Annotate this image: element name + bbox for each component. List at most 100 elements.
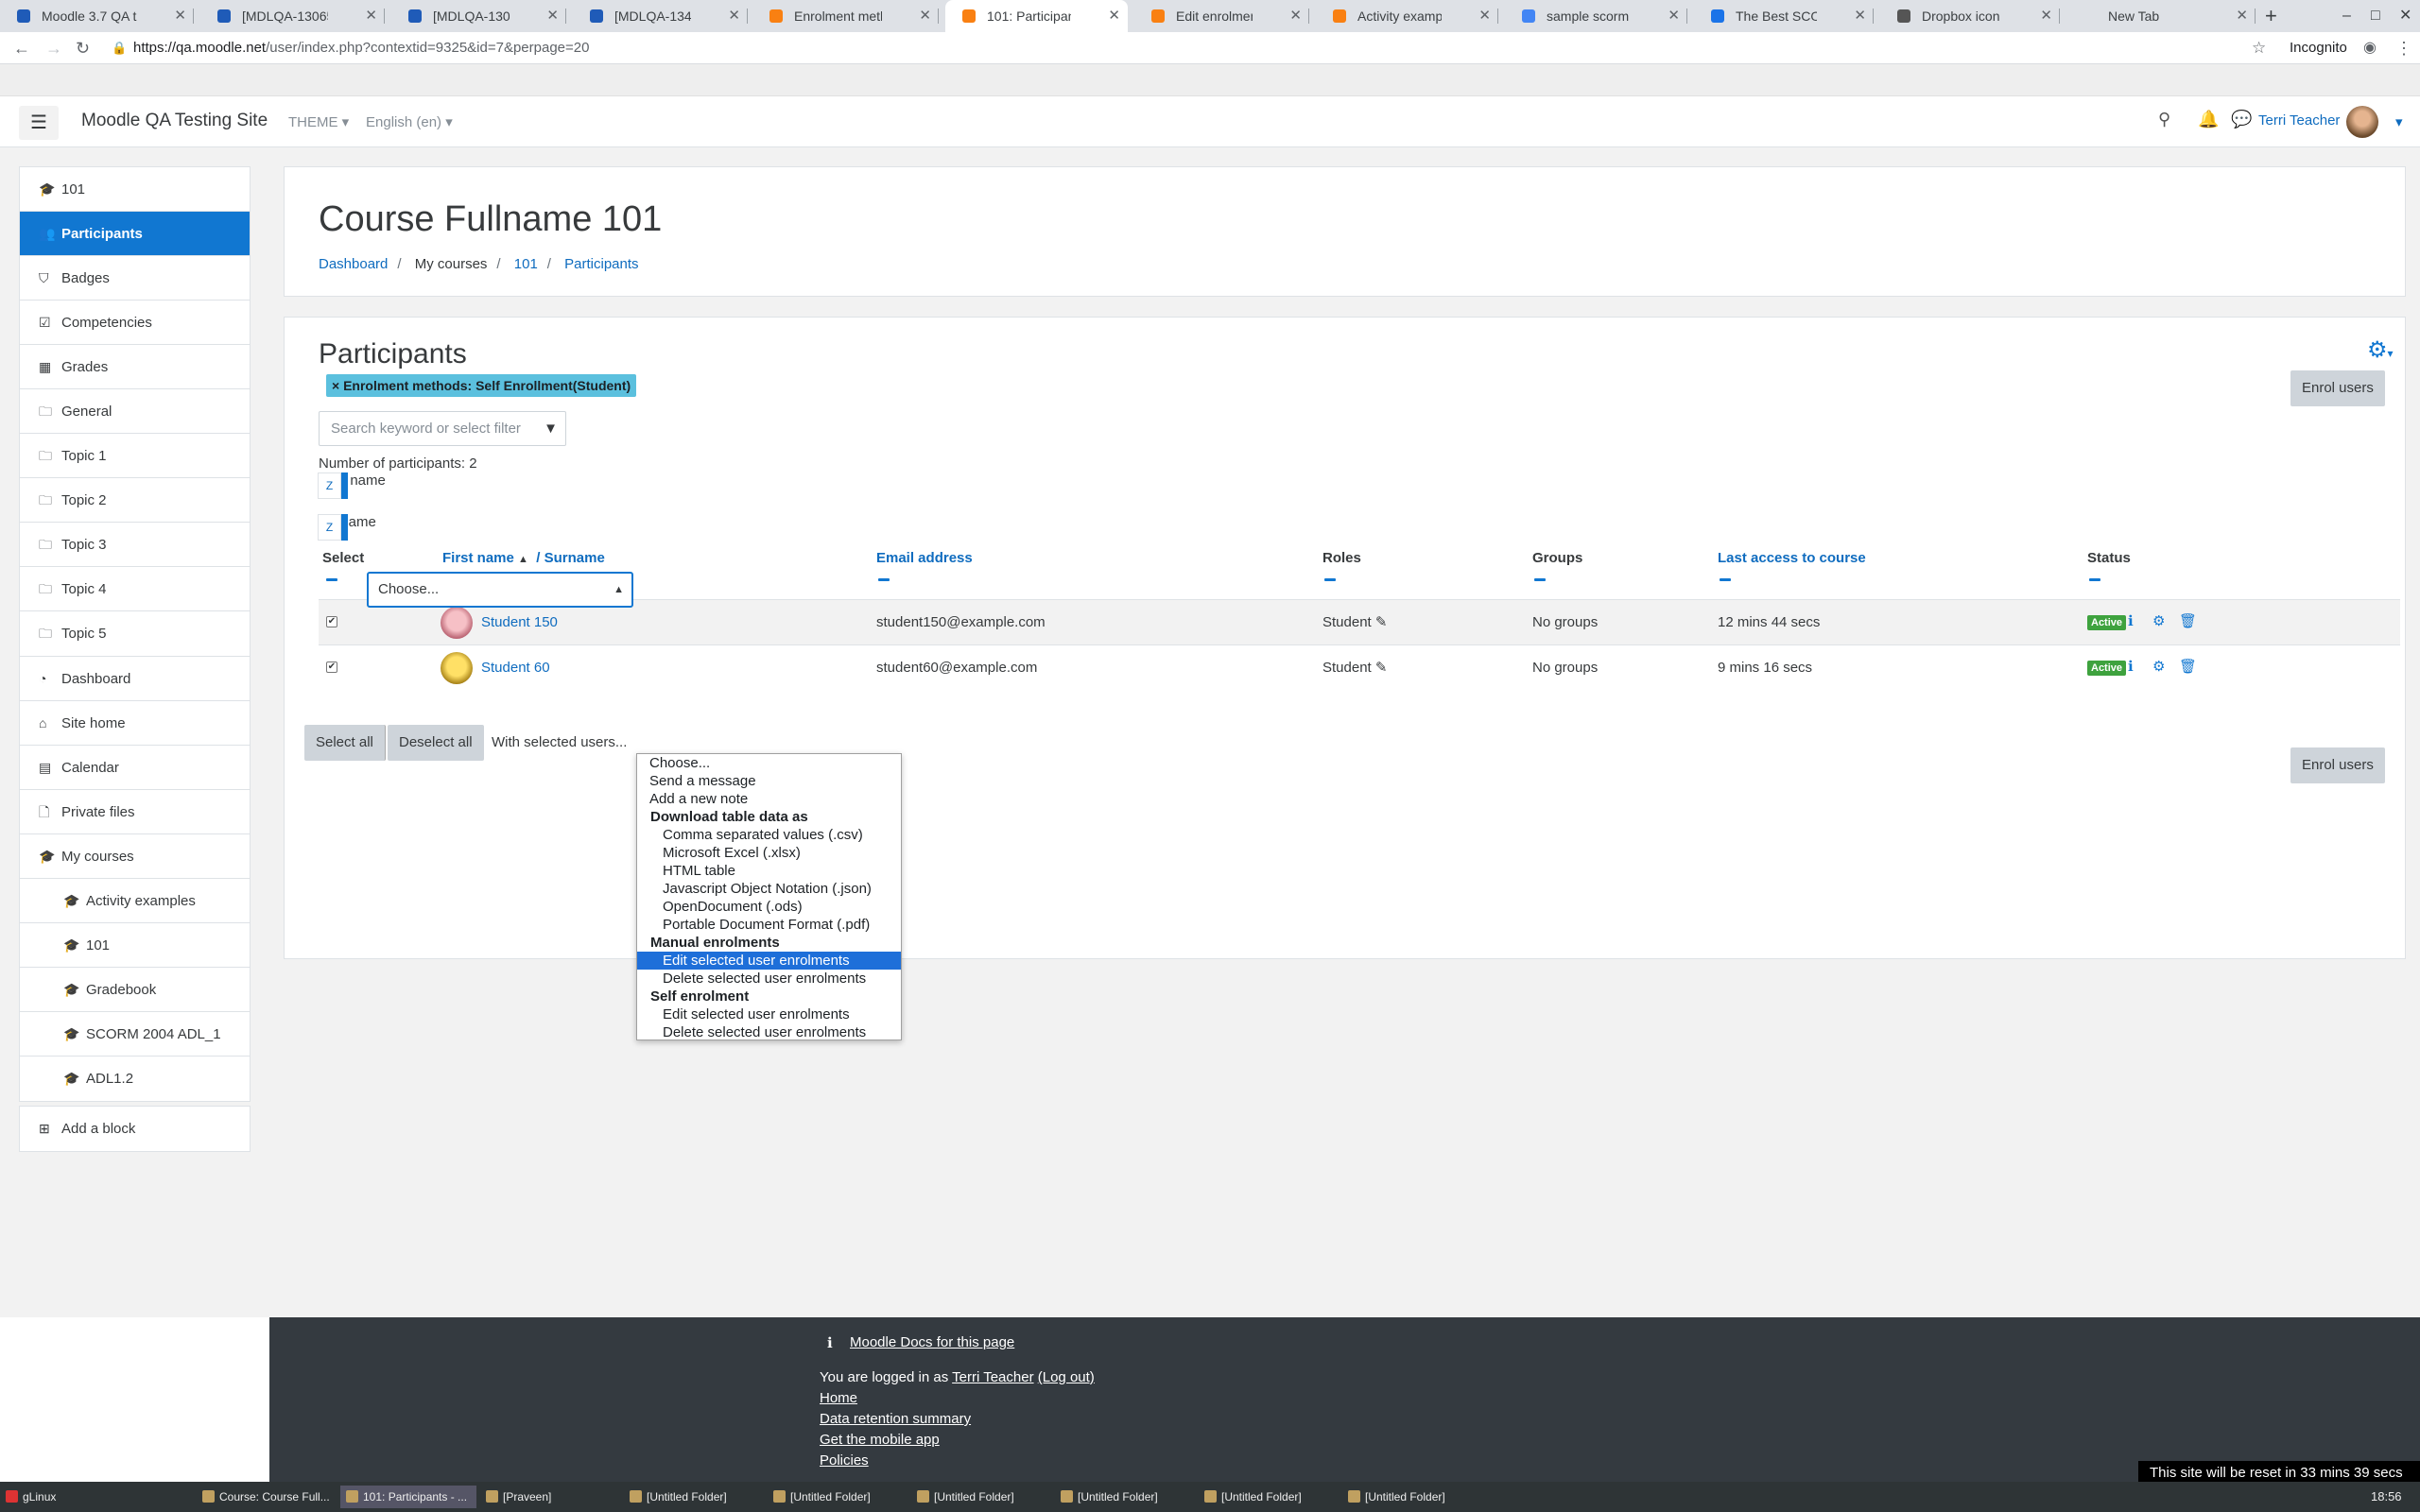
taskbar-window-button[interactable]: [Untitled Folder] bbox=[768, 1486, 904, 1508]
bulk-option[interactable]: Edit selected user enrolments bbox=[637, 1005, 901, 1023]
start-menu-button[interactable]: gLinux bbox=[0, 1486, 72, 1508]
drawer-item-calendar[interactable]: ▤ Calendar bbox=[20, 746, 250, 790]
pencil-icon[interactable]: ✎ bbox=[1372, 614, 1388, 630]
browser-menu-icon[interactable]: ⋮ bbox=[2395, 32, 2412, 64]
taskbar-window-button[interactable]: Course: Course Full... bbox=[197, 1486, 333, 1508]
user-menu-name[interactable]: Terri Teacher bbox=[2258, 112, 2340, 129]
tab-close-icon[interactable]: ✕ bbox=[728, 0, 740, 32]
bulk-option[interactable]: Javascript Object Notation (.json) bbox=[637, 880, 901, 898]
notifications-bell-icon[interactable]: 🔔 bbox=[2198, 110, 2219, 129]
drawer-item-topic-5[interactable]: 🗀 Topic 5 bbox=[20, 611, 250, 656]
tab-close-icon[interactable]: ✕ bbox=[174, 0, 186, 32]
enrolment-info-icon[interactable]: ℹ bbox=[2128, 612, 2134, 629]
browser-tab[interactable]: Activity examples: Te ✕ bbox=[1316, 0, 1498, 32]
user-menu-caret-icon[interactable]: ▾ bbox=[2395, 113, 2403, 130]
minimize-icon[interactable]: – bbox=[2342, 0, 2351, 32]
browser-tab[interactable]: Edit enrolment ✕ bbox=[1134, 0, 1309, 32]
moodle-docs-link[interactable]: Moodle Docs for this page bbox=[850, 1334, 1014, 1350]
tab-close-icon[interactable]: ✕ bbox=[1289, 0, 1302, 32]
lock-icon[interactable]: 🔒 bbox=[112, 32, 127, 64]
firstname-filter-letter[interactable]: Z bbox=[318, 472, 341, 499]
tab-close-icon[interactable]: ✕ bbox=[2236, 0, 2248, 32]
taskbar-window-button[interactable]: [Untitled Folder] bbox=[911, 1486, 1047, 1508]
drawer-item-my-courses[interactable]: 🎓 My courses bbox=[20, 834, 250, 879]
drawer-item-topic-1[interactable]: 🗀 Topic 1 bbox=[20, 434, 250, 478]
select-all-button[interactable]: Select all bbox=[304, 725, 386, 761]
col-status-collapse-icon[interactable] bbox=[2089, 578, 2100, 581]
bulk-action-select[interactable]: Choose... ▲ bbox=[367, 572, 633, 608]
add-block-link[interactable]: ⊞ Add a block bbox=[20, 1107, 250, 1151]
incognito-icon[interactable]: ◉ bbox=[2363, 32, 2377, 64]
participant-avatar[interactable] bbox=[441, 652, 473, 684]
browser-tab[interactable]: [MDLQA-13074] CLON ✕ bbox=[391, 0, 566, 32]
browser-tab[interactable]: [MDLQA-13466] CLON ✕ bbox=[573, 0, 748, 32]
drawer-item-participants[interactable]: 👥 Participants bbox=[20, 212, 250, 256]
drawer-item-gradebook[interactable]: 🎓 Gradebook bbox=[20, 968, 250, 1012]
surname-filter-letter[interactable]: Z bbox=[318, 514, 341, 541]
browser-tab[interactable]: Enrolment methods ✕ bbox=[752, 0, 939, 32]
enrol-users-button[interactable]: Enrol users bbox=[2290, 370, 2385, 406]
gear-icon[interactable]: ⚙▾ bbox=[2367, 336, 2394, 364]
taskbar-window-button[interactable]: [Praveen] bbox=[480, 1486, 616, 1508]
participant-name-link[interactable]: Student 60 bbox=[481, 660, 550, 676]
bookmark-star-icon[interactable]: ☆ bbox=[2252, 32, 2266, 64]
col-roles-collapse-icon[interactable] bbox=[1324, 578, 1336, 581]
participant-avatar[interactable] bbox=[441, 607, 473, 639]
col-firstname[interactable]: First name ▲ / Surname bbox=[442, 550, 605, 566]
tab-close-icon[interactable]: ✕ bbox=[2040, 0, 2052, 32]
col-email[interactable]: Email address bbox=[876, 550, 973, 566]
sort-lastaccess-link[interactable]: Last access to course bbox=[1718, 550, 1866, 566]
logout-link[interactable]: (Log out) bbox=[1038, 1369, 1095, 1385]
taskbar-window-button[interactable]: [Untitled Folder] bbox=[624, 1486, 760, 1508]
drawer-item-private-files[interactable]: 🗋 Private files bbox=[20, 790, 250, 834]
enrolment-info-icon[interactable]: ℹ bbox=[2128, 658, 2134, 675]
bulk-option[interactable]: Add a new note bbox=[637, 790, 901, 808]
edit-enrolment-gear-icon[interactable]: ⚙ bbox=[2152, 612, 2165, 629]
bulk-option[interactable]: HTML table bbox=[637, 862, 901, 880]
row-select-checkbox[interactable]: ✔ bbox=[326, 662, 337, 673]
chevron-down-icon[interactable]: ▼ bbox=[544, 412, 558, 445]
sort-firstname-link[interactable]: First name bbox=[442, 550, 514, 566]
tab-close-icon[interactable]: ✕ bbox=[919, 0, 931, 32]
close-window-icon[interactable]: ✕ bbox=[2399, 0, 2411, 32]
drawer-item-activity-examples[interactable]: 🎓 Activity examples bbox=[20, 879, 250, 923]
breadcrumb-participants[interactable]: Participants bbox=[564, 256, 638, 272]
theme-menu[interactable]: THEME ▾ bbox=[288, 113, 349, 130]
bulk-option[interactable]: Microsoft Excel (.xlsx) bbox=[637, 844, 901, 862]
drawer-item-site-home[interactable]: ⌂ Site home bbox=[20, 701, 250, 746]
delete-enrolment-icon[interactable]: 🗑 bbox=[2179, 612, 2197, 629]
sort-surname-link[interactable]: / Surname bbox=[536, 550, 605, 566]
drawer-item-101[interactable]: 🎓 101 bbox=[20, 167, 250, 212]
taskbar-window-button[interactable]: [Untitled Folder] bbox=[1055, 1486, 1191, 1508]
drawer-item-dashboard[interactable]: ◔ Dashboard bbox=[20, 657, 250, 701]
col-groups-collapse-icon[interactable] bbox=[1534, 578, 1546, 581]
drawer-item-101[interactable]: 🎓 101 bbox=[20, 923, 250, 968]
drawer-item-competencies[interactable]: ☑ Competencies bbox=[20, 301, 250, 345]
tab-close-icon[interactable]: ✕ bbox=[1854, 0, 1866, 32]
browser-tab[interactable]: Dropbox icon ✕ bbox=[1880, 0, 2060, 32]
filter-tag[interactable]: × Enrolment methods: Self Enrollment(Stu… bbox=[326, 374, 637, 397]
bulk-option[interactable]: Edit selected user enrolments bbox=[637, 952, 901, 970]
bulk-option[interactable]: Portable Document Format (.pdf) bbox=[637, 916, 901, 934]
col-email-collapse-icon[interactable] bbox=[878, 578, 890, 581]
col-lastaccess[interactable]: Last access to course bbox=[1718, 550, 1866, 566]
drawer-item-general[interactable]: 🗀 General bbox=[20, 389, 250, 434]
maximize-icon[interactable]: □ bbox=[2371, 0, 2380, 32]
breadcrumb-course[interactable]: 101 bbox=[514, 256, 538, 272]
messages-icon[interactable]: 💬 bbox=[2231, 110, 2252, 129]
new-tab-button[interactable]: + bbox=[2265, 0, 2277, 32]
url-field[interactable]: https://qa.moodle.net/user/index.php?con… bbox=[133, 38, 589, 59]
sort-email-link[interactable]: Email address bbox=[876, 550, 973, 566]
taskbar-window-button[interactable]: 101: Participants - ... bbox=[340, 1486, 476, 1508]
row-select-checkbox[interactable]: ✔ bbox=[326, 616, 337, 627]
deselect-all-button[interactable]: Deselect all bbox=[388, 725, 484, 761]
drawer-item-grades[interactable]: ▦ Grades bbox=[20, 345, 250, 389]
delete-enrolment-icon[interactable]: 🗑 bbox=[2179, 658, 2197, 675]
browser-tab[interactable]: sample scorm packag ✕ bbox=[1505, 0, 1687, 32]
browser-tab[interactable]: New Tab ✕ bbox=[2066, 0, 2256, 32]
enrol-users-button-bottom[interactable]: Enrol users bbox=[2290, 747, 2385, 783]
bulk-option[interactable]: Send a message bbox=[637, 772, 901, 790]
tab-close-icon[interactable]: ✕ bbox=[1108, 0, 1120, 32]
bulk-option[interactable]: Choose... bbox=[637, 754, 901, 772]
bulk-option[interactable]: Delete selected user enrolments bbox=[637, 970, 901, 988]
